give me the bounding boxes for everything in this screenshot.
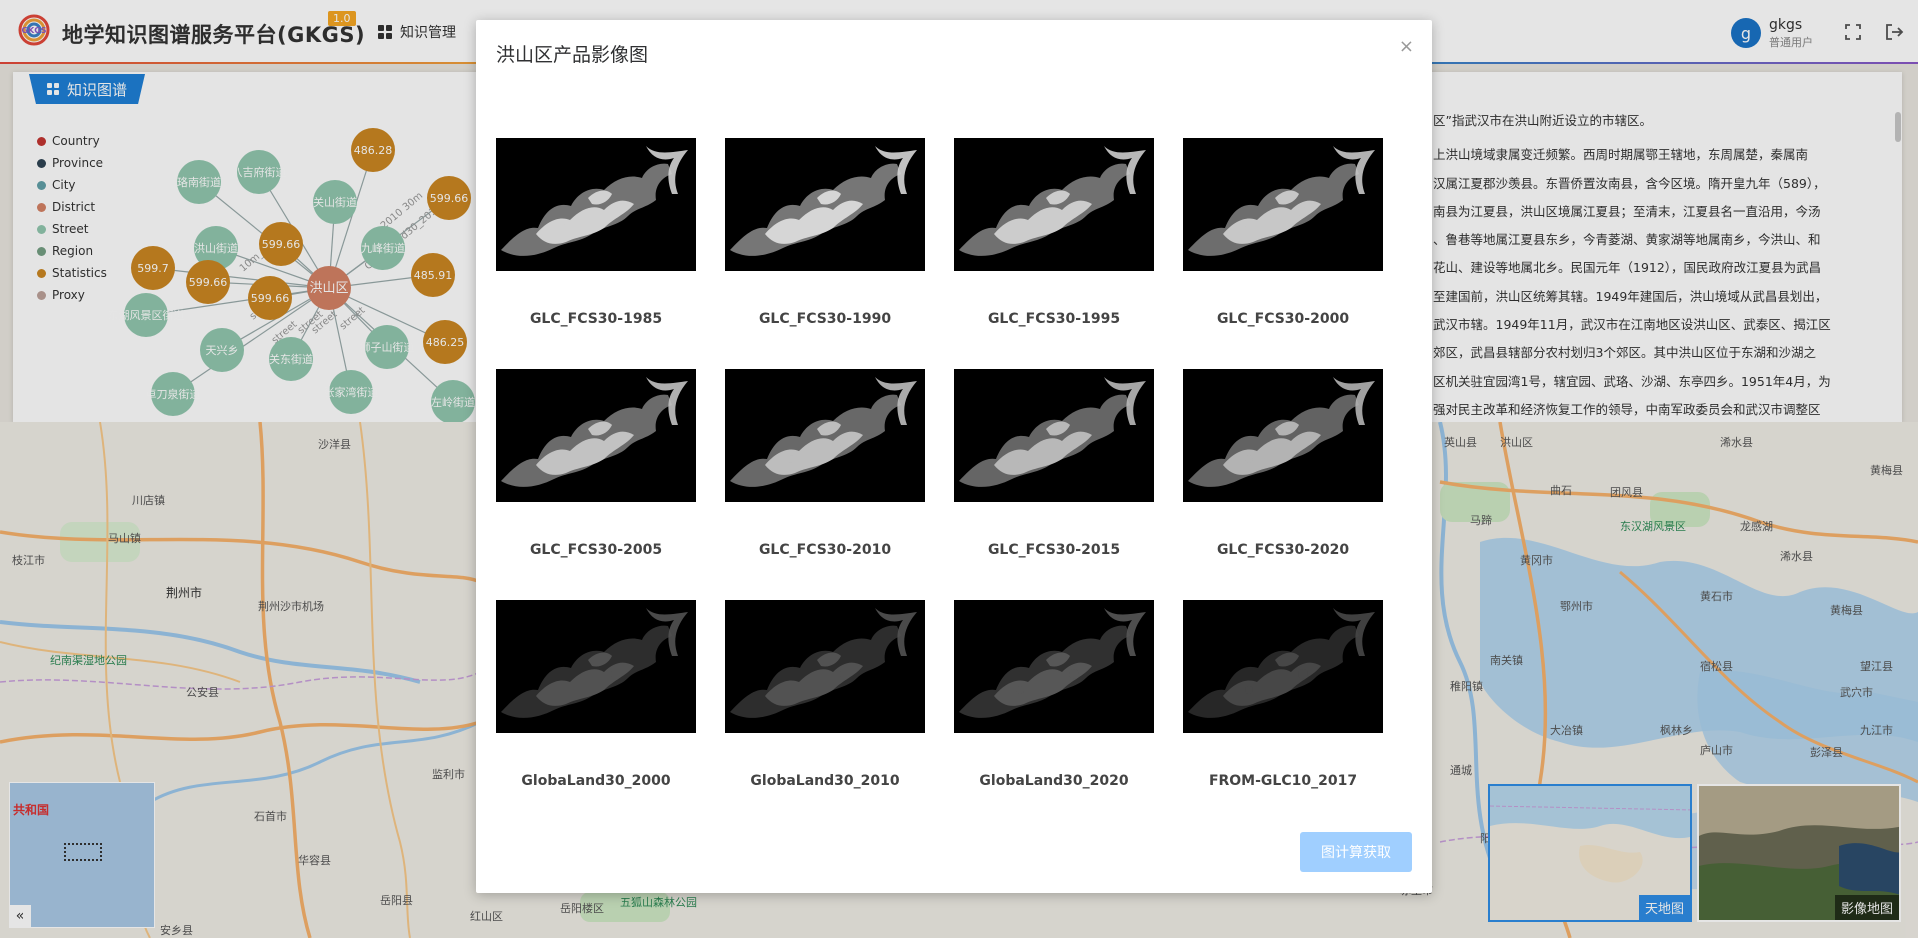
- product-image-card[interactable]: GLC_FCS30-2010: [725, 369, 925, 600]
- product-image-thumbnail[interactable]: [725, 369, 925, 502]
- product-image-thumbnail[interactable]: [496, 138, 696, 271]
- product-image-caption: GLC_FCS30-2000: [1216, 311, 1350, 327]
- product-image-card[interactable]: GLC_FCS30-1990: [725, 138, 925, 369]
- product-image-card[interactable]: GlobaLand30_2010: [725, 600, 925, 831]
- product-image-card[interactable]: GLC_FCS30-1985: [496, 138, 696, 369]
- product-image-card[interactable]: FROM-GLC10_2017: [1183, 600, 1383, 831]
- product-image-caption: GlobaLand30_2010: [750, 773, 900, 789]
- product-image-dialog: 洪山区产品影像图 × GLC_FCS30-1985 GLC_FCS30-1990 G…: [476, 20, 1432, 893]
- product-image-grid: GLC_FCS30-1985 GLC_FCS30-1990 GLC_FCS30-19…: [496, 138, 1383, 831]
- product-image-card[interactable]: GlobaLand30_2000: [496, 600, 696, 831]
- product-image-card[interactable]: GLC_FCS30-2000: [1183, 138, 1383, 369]
- product-image-thumbnail[interactable]: [1183, 138, 1383, 271]
- product-image-caption: FROM-GLC10_2017: [1208, 773, 1358, 789]
- product-image-thumbnail[interactable]: [1183, 600, 1383, 733]
- product-image-thumbnail[interactable]: [954, 369, 1154, 502]
- product-image-caption: GLC_FCS30-2020: [1216, 542, 1350, 558]
- product-image-thumbnail[interactable]: [496, 600, 696, 733]
- product-image-thumbnail[interactable]: [725, 600, 925, 733]
- product-image-caption: GLC_FCS30-2010: [758, 542, 892, 558]
- product-image-thumbnail[interactable]: [1183, 369, 1383, 502]
- product-image-thumbnail[interactable]: [954, 138, 1154, 271]
- dialog-title: 洪山区产品影像图: [496, 44, 649, 66]
- product-image-caption: GLC_FCS30-2015: [987, 542, 1121, 558]
- close-icon[interactable]: ×: [1399, 36, 1414, 57]
- product-image-card[interactable]: GlobaLand30_2020: [954, 600, 1154, 831]
- product-image-thumbnail[interactable]: [496, 369, 696, 502]
- product-image-caption: GLC_FCS30-1985: [529, 311, 663, 327]
- product-image-thumbnail[interactable]: [725, 138, 925, 271]
- product-image-caption: GlobaLand30_2000: [521, 773, 671, 789]
- product-image-card[interactable]: GLC_FCS30-2015: [954, 369, 1154, 600]
- product-image-thumbnail[interactable]: [954, 600, 1154, 733]
- product-image-card[interactable]: GLC_FCS30-1995: [954, 138, 1154, 369]
- product-image-caption: GLC_FCS30-1995: [987, 311, 1121, 327]
- product-image-card[interactable]: GLC_FCS30-2005: [496, 369, 696, 600]
- graph-calculate-button[interactable]: 图计算获取: [1300, 832, 1412, 872]
- product-image-caption: GLC_FCS30-1990: [758, 311, 892, 327]
- product-image-caption: GLC_FCS30-2005: [529, 542, 663, 558]
- product-image-card[interactable]: GLC_FCS30-2020: [1183, 369, 1383, 600]
- product-image-caption: GlobaLand30_2020: [979, 773, 1129, 789]
